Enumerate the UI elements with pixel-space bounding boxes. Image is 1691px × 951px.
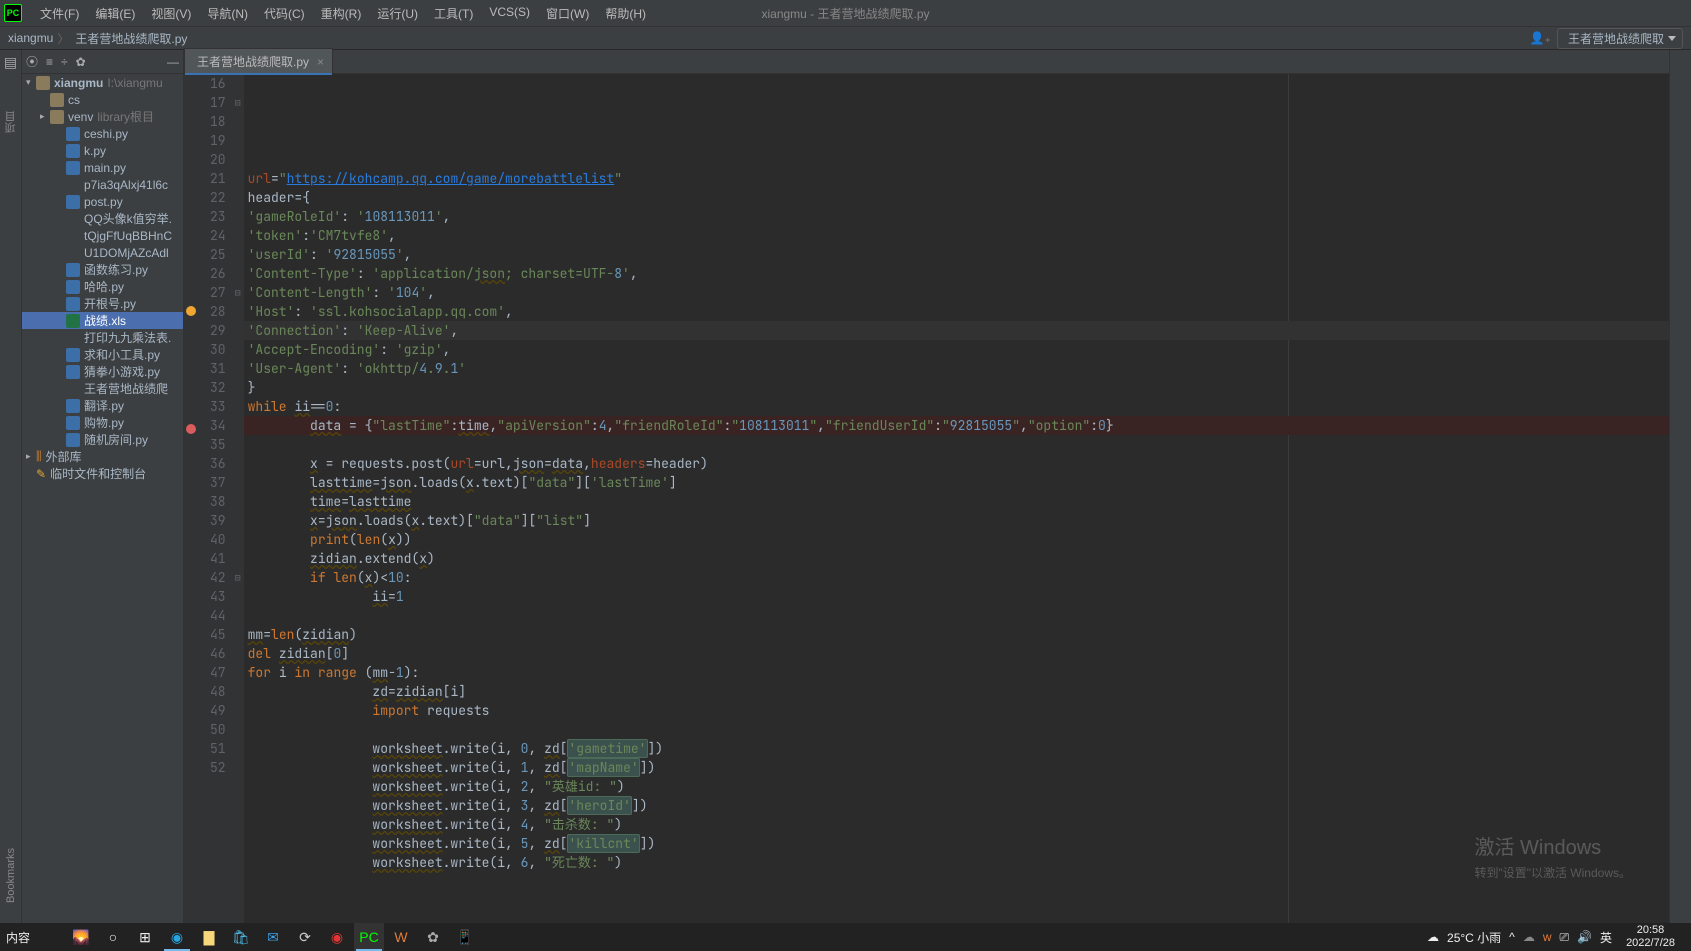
menu-vcs[interactable]: VCS(S) bbox=[481, 5, 538, 22]
taskbar-edge-icon[interactable]: ◉ bbox=[162, 923, 192, 951]
tree-folder-venv[interactable]: ▸venvlibrary根目 bbox=[22, 108, 183, 125]
collapse-all-icon[interactable]: ÷ bbox=[61, 55, 68, 69]
breadcrumb-separator-icon: 〉 bbox=[57, 30, 69, 47]
window-title: xiangmu - 王者营地战绩爬取.py bbox=[761, 5, 929, 22]
taskbar-weather-app-icon[interactable]: 🌄 bbox=[66, 923, 96, 951]
close-icon[interactable]: × bbox=[317, 55, 324, 69]
tree-external-libs[interactable]: ▸⫼外部库 bbox=[22, 448, 183, 465]
tree-file[interactable]: k.py bbox=[22, 142, 183, 159]
tree-file[interactable]: 王者营地战绩爬 bbox=[22, 380, 183, 397]
taskbar-explorer-icon[interactable]: ▇ bbox=[194, 923, 224, 951]
bookmarks-tool-label[interactable]: Bookmarks bbox=[5, 848, 17, 903]
tray-weather-icon[interactable]: ☁ bbox=[1427, 930, 1439, 944]
expand-all-icon[interactable]: ≡ bbox=[46, 55, 53, 69]
titlebar: PC 文件(F)编辑(E)视图(V)导航(N)代码(C)重构(R)运行(U)工具… bbox=[0, 0, 1691, 26]
tray-clock[interactable]: 20:58 2022/7/28 bbox=[1620, 924, 1681, 950]
right-tool-gutter bbox=[1669, 50, 1691, 923]
run-configuration-dropdown[interactable]: 王者营地战绩爬取 bbox=[1557, 28, 1683, 49]
menu-工具[interactable]: 工具(T) bbox=[426, 5, 481, 22]
tree-file[interactable]: 求和小工具.py bbox=[22, 346, 183, 363]
taskbar-app-icon[interactable]: ✿ bbox=[418, 923, 448, 951]
breadcrumb-file[interactable]: 王者营地战绩爬取.py bbox=[75, 30, 187, 47]
tree-file[interactable]: 翻译.py bbox=[22, 397, 183, 414]
taskbar-label: 内容 bbox=[0, 929, 60, 946]
tray-onedrive-icon[interactable]: ☁ bbox=[1523, 930, 1535, 944]
taskbar-store-icon[interactable]: 🛍 bbox=[226, 923, 256, 951]
taskbar-taskview-icon[interactable]: ⊞ bbox=[130, 923, 160, 951]
tree-file[interactable]: 哈哈.py bbox=[22, 278, 183, 295]
menu-运行[interactable]: 运行(U) bbox=[369, 5, 426, 22]
tree-file[interactable]: main.py bbox=[22, 159, 183, 176]
menu-文件[interactable]: 文件(F) bbox=[32, 5, 87, 22]
tray-battery-icon[interactable]: ⎚ bbox=[1559, 930, 1569, 945]
menu-帮助[interactable]: 帮助(H) bbox=[597, 5, 654, 22]
menu-编辑[interactable]: 编辑(E) bbox=[87, 5, 143, 22]
tree-file[interactable]: 打印九九乘法表. bbox=[22, 329, 183, 346]
tree-root[interactable]: ▾xiangmuI:\xiangmu bbox=[22, 74, 183, 91]
tree-file[interactable]: U1DOMjAZcAdl bbox=[22, 244, 183, 261]
taskbar-mail-icon[interactable]: ✉ bbox=[258, 923, 288, 951]
tree-file[interactable]: 购物.py bbox=[22, 414, 183, 431]
tab-current-file[interactable]: 王者营地战绩爬取.py × bbox=[184, 48, 333, 74]
taskbar-music-icon[interactable]: ◉ bbox=[322, 923, 352, 951]
project-tree: ⦿ ≡ ÷ ✿ — ▾xiangmuI:\xiangmucs▸venvlibra… bbox=[22, 50, 184, 923]
taskbar-search-icon[interactable]: ○ bbox=[98, 923, 128, 951]
taskbar-pycharm-icon[interactable]: PC bbox=[354, 923, 384, 951]
code-editor[interactable]: 1617181920212223242526272829303132333435… bbox=[184, 74, 1669, 923]
system-tray: ☁ 25°C 小雨 ^ ☁ w ⎚ 🔊 英 20:58 2022/7/28 bbox=[1427, 924, 1691, 950]
tab-label: 王者营地战绩爬取.py bbox=[197, 53, 309, 70]
tray-time: 20:58 bbox=[1626, 924, 1675, 937]
tray-ime[interactable]: 英 bbox=[1600, 929, 1612, 946]
hide-icon[interactable]: — bbox=[167, 55, 179, 69]
menu-导航[interactable]: 导航(N) bbox=[199, 5, 256, 22]
main-menu: 文件(F)编辑(E)视图(V)导航(N)代码(C)重构(R)运行(U)工具(T)… bbox=[32, 5, 654, 22]
tree-file[interactable]: 猜拳小游戏.py bbox=[22, 363, 183, 380]
project-tool-icon[interactable]: ▤ bbox=[4, 54, 17, 71]
add-user-icon[interactable]: 👤₊ bbox=[1530, 31, 1551, 45]
tree-file[interactable]: ceshi.py bbox=[22, 125, 183, 142]
tray-date: 2022/7/28 bbox=[1626, 937, 1675, 950]
menu-重构[interactable]: 重构(R) bbox=[313, 5, 370, 22]
tray-app-icon[interactable]: w bbox=[1543, 930, 1552, 944]
editor-tabs: 王者营地战绩爬取.py × bbox=[184, 50, 1669, 74]
tree-file-selected[interactable]: 战绩.xls bbox=[22, 312, 183, 329]
tree-file[interactable]: 函数练习.py bbox=[22, 261, 183, 278]
menu-代码[interactable]: 代码(C) bbox=[256, 5, 313, 22]
taskbar-phone-icon[interactable]: 📱 bbox=[450, 923, 480, 951]
menu-窗口[interactable]: 窗口(W) bbox=[538, 5, 597, 22]
breadcrumb-project[interactable]: xiangmu bbox=[8, 31, 53, 45]
taskbar-apps: 🌄 ○ ⊞ ◉ ▇ 🛍 ✉ ⟳ ◉ PC W ✿ 📱 bbox=[66, 923, 480, 951]
windows-taskbar: 内容 🌄 ○ ⊞ ◉ ▇ 🛍 ✉ ⟳ ◉ PC W ✿ 📱 ☁ 25°C 小雨 … bbox=[0, 923, 1691, 951]
chevron-down-icon bbox=[1668, 36, 1676, 41]
tray-weather[interactable]: 25°C 小雨 bbox=[1447, 929, 1501, 946]
tree-scratches[interactable]: ✎临时文件和控制台 bbox=[22, 465, 183, 482]
run-configuration-label: 王者营地战绩爬取 bbox=[1568, 30, 1664, 47]
tree-file[interactable]: 随机房间.py bbox=[22, 431, 183, 448]
tree-file[interactable]: QQ头像k值穷举. bbox=[22, 210, 183, 227]
settings-icon[interactable]: ✿ bbox=[76, 55, 86, 69]
main-area: ▤ 项目 Bookmarks ⦿ ≡ ÷ ✿ — ▾xiangmuI:\xian… bbox=[0, 50, 1691, 923]
target-icon[interactable]: ⦿ bbox=[26, 53, 38, 70]
tree-file[interactable]: 开根号.py bbox=[22, 295, 183, 312]
taskbar-steam-icon[interactable]: ⟳ bbox=[290, 923, 320, 951]
pycharm-logo-icon: PC bbox=[4, 4, 22, 22]
tree-file[interactable]: post.py bbox=[22, 193, 183, 210]
tree-folder-cs[interactable]: cs bbox=[22, 91, 183, 108]
menu-视图[interactable]: 视图(V) bbox=[143, 5, 199, 22]
navigation-bar: xiangmu 〉 王者营地战绩爬取.py 👤₊ 王者营地战绩爬取 bbox=[0, 26, 1691, 50]
project-tool-label[interactable]: 项目 bbox=[3, 111, 19, 133]
tree-file[interactable]: p7ia3qAlxj41l6c bbox=[22, 176, 183, 193]
tray-volume-icon[interactable]: 🔊 bbox=[1577, 930, 1592, 944]
tray-chevron-up-icon[interactable]: ^ bbox=[1509, 930, 1515, 944]
tree-file[interactable]: tQjgFfUqBBHnC bbox=[22, 227, 183, 244]
taskbar-wps-icon[interactable]: W bbox=[386, 923, 416, 951]
project-toolbar: ⦿ ≡ ÷ ✿ — bbox=[22, 50, 183, 74]
editor-area: 王者营地战绩爬取.py × 16171819202122232425262728… bbox=[184, 50, 1669, 923]
left-tool-gutter: ▤ 项目 Bookmarks bbox=[0, 50, 22, 923]
